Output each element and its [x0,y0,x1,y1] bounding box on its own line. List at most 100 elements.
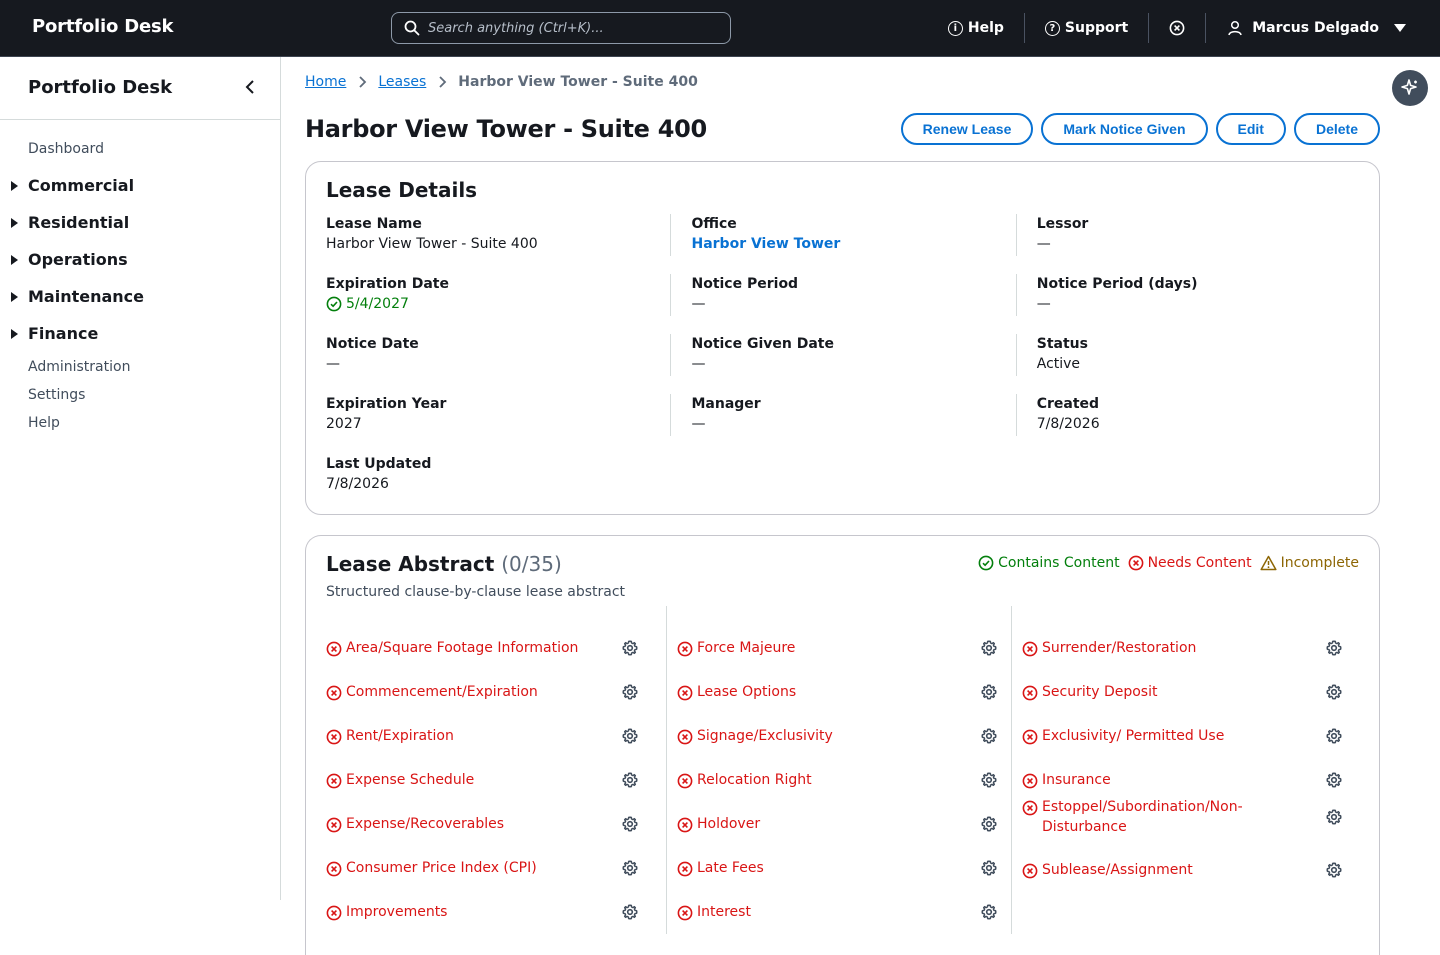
gear-icon[interactable] [622,684,638,700]
sidebar-group-residential[interactable]: Residential [0,204,280,241]
field-label: Office [691,216,737,232]
abstract-clause-item[interactable]: Surrender/Restoration [1022,626,1356,670]
caret-down-icon [1394,24,1406,32]
gear-icon[interactable] [1326,809,1342,825]
gear-icon[interactable] [622,860,638,876]
sidebar-item-administration[interactable]: Administration [0,358,280,386]
clause-name[interactable]: Estoppel/Subordination/Non-Disturbance [1022,797,1314,837]
sidebar-group-maintenance[interactable]: Maintenance [0,278,280,315]
clause-name[interactable]: Expense Schedule [326,770,474,790]
gear-icon[interactable] [981,816,997,832]
gear-icon[interactable] [622,640,638,656]
close-circle-button[interactable] [1148,13,1205,43]
gear-icon[interactable] [981,860,997,876]
gear-icon[interactable] [622,816,638,832]
sidebar-group-operations[interactable]: Operations [0,241,280,278]
chevron-left-icon[interactable] [243,79,257,95]
abstract-clause-item[interactable]: Consumer Price Index (CPI) [326,846,652,890]
clause-name[interactable]: Interest [677,902,751,922]
abstract-title-text: Lease Abstract [326,552,495,576]
help-button[interactable]: i Help [928,13,1024,43]
abstract-clause-item[interactable]: Holdover [677,802,1011,846]
abstract-clause-item[interactable]: Exclusivity/ Permitted Use [1022,714,1356,758]
search-input[interactable]: Search anything (Ctrl+K)... [391,12,731,44]
abstract-clause-item[interactable]: Commencement/Expiration [326,670,652,714]
ai-assistant-button[interactable] [1392,70,1428,106]
error-circle-icon [326,861,342,877]
clause-name[interactable]: Relocation Right [677,770,812,790]
sidebar-item-settings[interactable]: Settings [0,386,280,414]
sidebar-title[interactable]: Portfolio Desk [28,77,172,98]
edit-button[interactable]: Edit [1215,113,1286,145]
abstract-column: Force Majeure Lease Options Signage/Exclus… [666,606,1011,934]
clause-name[interactable]: Late Fees [677,858,764,878]
clause-name[interactable]: Security Deposit [1022,682,1157,702]
field-label: Last Updated [326,456,432,472]
clause-name[interactable]: Consumer Price Index (CPI) [326,858,537,878]
gear-icon[interactable] [981,640,997,656]
sidebar-group-commercial[interactable]: Commercial [0,167,280,204]
gear-icon[interactable] [1326,640,1342,656]
gear-icon[interactable] [622,904,638,920]
abstract-clause-item[interactable]: Expense Schedule [326,758,652,802]
clause-name[interactable]: Improvements [326,902,447,922]
abstract-clause-item[interactable]: Force Majeure [677,626,1011,670]
user-menu[interactable]: Marcus Delgado [1205,13,1440,43]
abstract-clause-item[interactable]: Security Deposit [1022,670,1356,714]
app-brand[interactable]: Portfolio Desk [32,16,173,37]
mark-notice-given-button[interactable]: Mark Notice Given [1041,113,1208,145]
abstract-clause-item[interactable]: Lease Options [677,670,1011,714]
clause-name[interactable]: Surrender/Restoration [1022,638,1196,658]
support-label: Support [1064,20,1129,36]
gear-icon[interactable] [981,684,997,700]
abstract-clause-item[interactable]: Expense/Recoverables [326,802,652,846]
clause-label: Holdover [697,816,761,832]
close-circle-icon [1169,20,1185,36]
clause-name[interactable]: Sublease/Assignment [1022,860,1193,880]
gear-icon[interactable] [981,728,997,744]
gear-icon[interactable] [1326,772,1342,788]
office-link[interactable]: Harbor View Tower [691,234,999,254]
field-label: Notice Period (days) [1036,276,1198,292]
clause-name[interactable]: Force Majeure [677,638,795,658]
clause-name[interactable]: Exclusivity/ Permitted Use [1022,726,1224,746]
clause-name[interactable]: Insurance [1022,770,1111,790]
clause-name[interactable]: Area/Square Footage Information [326,638,578,658]
abstract-clause-item[interactable]: Late Fees [677,846,1011,890]
abstract-clause-item[interactable]: Sublease/Assignment [1022,848,1356,892]
clause-name[interactable]: Lease Options [677,682,796,702]
delete-button[interactable]: Delete [1293,113,1380,145]
clause-name[interactable]: Rent/Expiration [326,726,454,746]
gear-icon[interactable] [981,772,997,788]
abstract-clause-item[interactable]: Signage/Exclusivity [677,714,1011,758]
sidebar-item-help[interactable]: Help [0,414,280,442]
gear-icon[interactable] [622,772,638,788]
clause-name[interactable]: Signage/Exclusivity [677,726,833,746]
clause-name[interactable]: Expense/Recoverables [326,814,504,834]
clause-label: Sublease/Assignment [1042,862,1193,878]
gear-icon[interactable] [622,728,638,744]
abstract-clause-item[interactable]: Interest [677,890,1011,934]
field-value: 5/4/2027 [326,294,654,314]
error-circle-icon [326,729,342,745]
renew-lease-button[interactable]: Renew Lease [900,113,1034,145]
abstract-clause-item[interactable]: Estoppel/Subordination/Non-Disturbance [1022,796,1356,848]
gear-icon[interactable] [1326,862,1342,878]
gear-icon[interactable] [1326,728,1342,744]
abstract-column: Area/Square Footage Information Commencem… [326,606,666,934]
support-button[interactable]: ? Support [1023,13,1148,43]
clause-name[interactable]: Commencement/Expiration [326,682,538,702]
error-circle-icon [677,905,693,921]
sidebar-item-dashboard[interactable]: Dashboard [0,140,280,167]
abstract-clause-item[interactable]: Rent/Expiration [326,714,652,758]
field-label: Created [1036,396,1100,412]
gear-icon[interactable] [981,904,997,920]
sidebar-group-finance[interactable]: Finance [0,315,280,352]
abstract-clause-item[interactable]: Area/Square Footage Information [326,626,652,670]
abstract-clause-item[interactable]: Relocation Right [677,758,1011,802]
breadcrumb-home[interactable]: Home [305,74,346,90]
abstract-clause-item[interactable]: Improvements [326,890,652,934]
gear-icon[interactable] [1326,684,1342,700]
breadcrumb-leases[interactable]: Leases [378,74,426,90]
clause-name[interactable]: Holdover [677,814,760,834]
